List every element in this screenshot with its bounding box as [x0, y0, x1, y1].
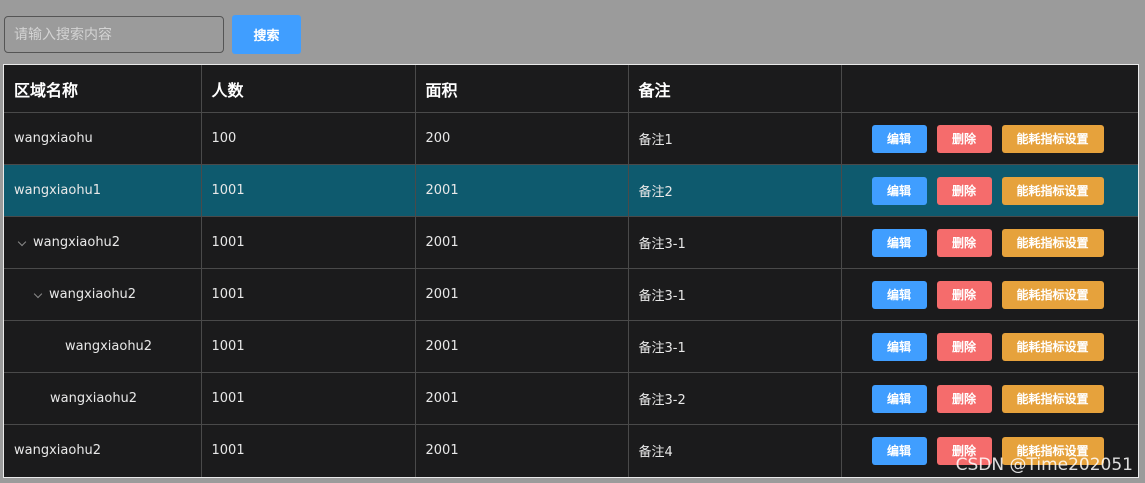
region-name-text: wangxiaohu2 — [50, 391, 138, 406]
cell-region-name: wangxiaohu2 — [4, 268, 202, 321]
energy-settings-button[interactable]: 能耗指标设置 — [1001, 332, 1104, 361]
cell-area: 2001 — [415, 216, 629, 269]
cell-actions: 编辑 删除 能耗指标设置 — [841, 268, 1138, 321]
cell-people: 1001 — [201, 320, 416, 373]
cell-region-name: wangxiaohu — [4, 112, 202, 165]
cell-area: 2001 — [415, 268, 629, 321]
table-row[interactable]: wangxiaohu2 1001 2001 备注3-1 编辑 删除 能耗指标设置 — [4, 268, 1138, 321]
edit-button[interactable]: 编辑 — [871, 384, 927, 413]
cell-actions: 编辑 删除 能耗指标设置 — [841, 216, 1138, 269]
delete-button[interactable]: 删除 — [936, 280, 992, 309]
energy-settings-button[interactable]: 能耗指标设置 — [1001, 280, 1104, 309]
cell-actions: 编辑 删除 能耗指标设置 — [841, 112, 1138, 165]
edit-button[interactable]: 编辑 — [871, 228, 927, 257]
table-row[interactable]: wangxiaohu1 1001 2001 备注2 编辑 删除 能耗指标设置 — [4, 164, 1138, 217]
cell-region-name: wangxiaohu2 — [4, 424, 202, 477]
cell-people: 1001 — [201, 372, 416, 425]
cell-region-name: wangxiaohu2 — [4, 372, 202, 425]
table-row[interactable]: wangxiaohu2 1001 2001 备注3-1 编辑 删除 能耗指标设置 — [4, 216, 1138, 269]
delete-button[interactable]: 删除 — [936, 384, 992, 413]
header-actions — [841, 65, 1138, 113]
cell-actions: 编辑 删除 能耗指标设置 — [841, 372, 1138, 425]
cell-region-name: wangxiaohu2 — [4, 216, 202, 269]
table-header: 区域名称 人数 面积 备注 — [4, 65, 1138, 113]
energy-settings-button[interactable]: 能耗指标设置 — [1001, 228, 1104, 257]
delete-button[interactable]: 删除 — [936, 332, 992, 361]
energy-settings-button[interactable]: 能耗指标设置 — [1001, 124, 1104, 153]
region-name-text: wangxiaohu1 — [14, 183, 102, 198]
cell-actions: 编辑 删除 能耗指标设置 — [841, 164, 1138, 217]
delete-button[interactable]: 删除 — [936, 124, 992, 153]
table-row[interactable]: wangxiaohu 100 200 备注1 编辑 删除 能耗指标设置 — [4, 112, 1138, 165]
cell-area: 2001 — [415, 320, 629, 373]
delete-button[interactable]: 删除 — [936, 176, 992, 205]
header-people: 人数 — [201, 65, 416, 113]
cell-area: 2001 — [415, 424, 629, 477]
header-note: 备注 — [628, 65, 842, 113]
expand-chevron-icon[interactable] — [34, 291, 42, 299]
search-input[interactable] — [4, 16, 224, 53]
energy-settings-button[interactable]: 能耗指标设置 — [1001, 176, 1104, 205]
region-name-text: wangxiaohu2 — [65, 339, 153, 354]
cell-people: 1001 — [201, 164, 416, 217]
region-name-text: wangxiaohu — [14, 131, 93, 146]
cell-note: 备注3-1 — [628, 216, 842, 269]
cell-people: 1001 — [201, 216, 416, 269]
edit-button[interactable]: 编辑 — [871, 436, 927, 465]
cell-people: 1001 — [201, 424, 416, 477]
energy-settings-button[interactable]: 能耗指标设置 — [1001, 384, 1104, 413]
cell-actions: 编辑 删除 能耗指标设置 — [841, 320, 1138, 373]
edit-button[interactable]: 编辑 — [871, 332, 927, 361]
edit-button[interactable]: 编辑 — [871, 280, 927, 309]
search-bar: 搜索 — [4, 15, 301, 54]
region-name-text: wangxiaohu2 — [14, 443, 102, 459]
cell-note: 备注1 — [628, 112, 842, 165]
header-area: 面积 — [415, 65, 629, 113]
cell-area: 2001 — [415, 372, 629, 425]
region-name-text: wangxiaohu2 — [33, 235, 121, 250]
table-row[interactable]: wangxiaohu2 1001 2001 备注3-1 编辑 删除 能耗指标设置 — [4, 320, 1138, 373]
edit-button[interactable]: 编辑 — [871, 124, 927, 153]
cell-note: 备注2 — [628, 164, 842, 217]
cell-region-name: wangxiaohu2 — [4, 320, 202, 373]
cell-note: 备注3-1 — [628, 320, 842, 373]
cell-note: 备注4 — [628, 424, 842, 477]
expand-chevron-icon[interactable] — [18, 239, 26, 247]
watermark: CSDN @Time202051 — [955, 455, 1133, 475]
edit-button[interactable]: 编辑 — [871, 176, 927, 205]
cell-region-name: wangxiaohu1 — [4, 164, 202, 217]
region-table: 区域名称 人数 面积 备注 wangxiaohu 100 200 备注1 编辑 … — [3, 64, 1139, 478]
header-region-name: 区域名称 — [4, 65, 202, 113]
cell-people: 100 — [201, 112, 416, 165]
table-body: wangxiaohu 100 200 备注1 编辑 删除 能耗指标设置 wang… — [4, 112, 1138, 477]
region-name-text: wangxiaohu2 — [49, 287, 137, 302]
search-button[interactable]: 搜索 — [232, 15, 301, 54]
delete-button[interactable]: 删除 — [936, 228, 992, 257]
cell-people: 1001 — [201, 268, 416, 321]
cell-note: 备注3-1 — [628, 268, 842, 321]
table-row[interactable]: wangxiaohu2 1001 2001 备注3-2 编辑 删除 能耗指标设置 — [4, 372, 1138, 425]
cell-note: 备注3-2 — [628, 372, 842, 425]
cell-area: 2001 — [415, 164, 629, 217]
cell-area: 200 — [415, 112, 629, 165]
